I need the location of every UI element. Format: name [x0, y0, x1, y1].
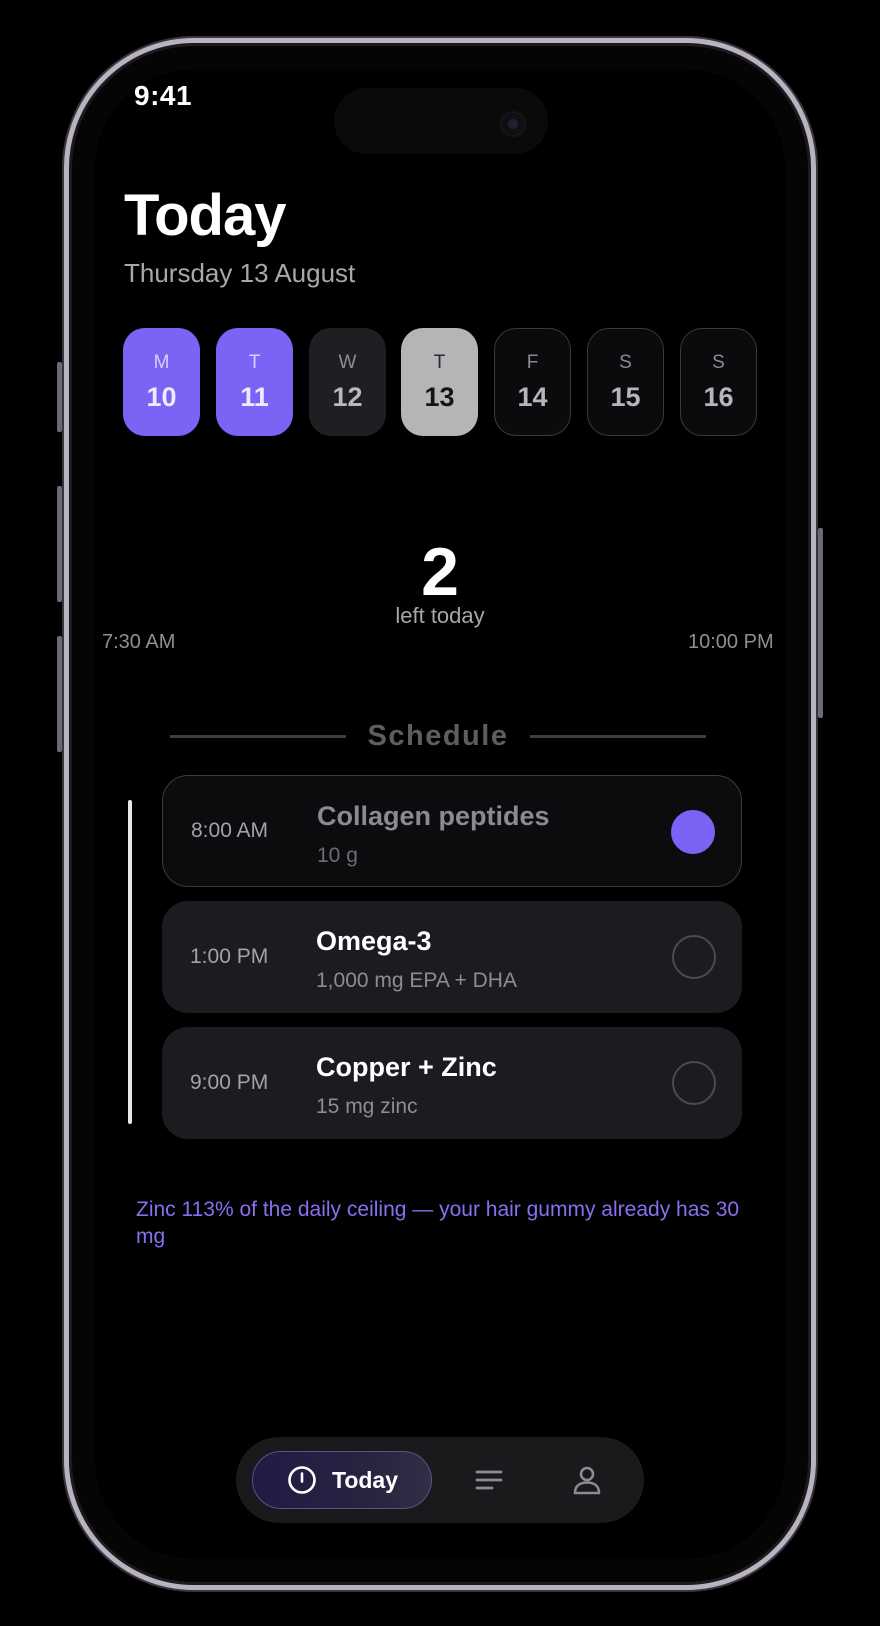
tab-today-label: Today	[331, 1466, 399, 1493]
day-number: 13	[424, 381, 455, 412]
remaining-count: 2	[421, 534, 459, 610]
day-letter: F	[526, 351, 539, 373]
item-dose: 10 g	[317, 844, 358, 867]
item-dose: 15 mg zinc	[316, 1095, 418, 1118]
day-end-time: 10:00 PM	[688, 631, 774, 653]
day-thursday[interactable]: T 13	[401, 328, 478, 436]
day-letter: S	[712, 351, 725, 373]
item-name: Collagen peptides	[317, 801, 550, 831]
tab-bar: Today	[236, 1437, 644, 1523]
schedule-title: Schedule	[367, 719, 509, 752]
item-time: 1:00 PM	[190, 945, 269, 968]
day-sunday[interactable]: S 16	[680, 328, 757, 436]
item-name: Copper + Zinc	[316, 1052, 497, 1082]
day-letter: T	[433, 351, 446, 373]
day-monday[interactable]: M 10	[123, 328, 200, 436]
taken-checkbox[interactable]	[672, 1061, 716, 1105]
taken-checkbox[interactable]	[672, 935, 716, 979]
divider	[170, 734, 346, 738]
day-letter: M	[153, 351, 170, 373]
item-time: 8:00 AM	[191, 819, 269, 842]
day-number: 15	[610, 381, 641, 412]
tab-today[interactable]: Today	[252, 1451, 432, 1509]
page-title: Today	[124, 183, 286, 248]
day-start-time: 7:30 AM	[102, 631, 176, 653]
silent-switch	[57, 362, 62, 432]
status-time: 9:41	[134, 80, 193, 111]
day-letter: S	[619, 351, 632, 373]
day-number: 11	[240, 381, 269, 412]
schedule-timeline	[128, 800, 132, 1124]
divider	[530, 734, 706, 738]
page-date: Thursday 13 August	[124, 258, 356, 288]
volume-down-button	[57, 636, 62, 752]
zinc-warning: Zinc 113% of the daily ceiling — your ha…	[136, 1198, 740, 1248]
schedule-header: Schedule	[170, 718, 706, 754]
list-icon[interactable]	[472, 1463, 506, 1497]
camera-icon	[500, 111, 526, 137]
day-wednesday[interactable]: W 12	[309, 328, 386, 436]
item-name: Omega-3	[316, 926, 432, 956]
day-saturday[interactable]: S 15	[587, 328, 664, 436]
day-letter: T	[248, 351, 261, 373]
day-number: 10	[146, 381, 177, 412]
day-tuesday[interactable]: T 11	[216, 328, 293, 436]
schedule-item-omega3[interactable]: 1:00 PM Omega-3 1,000 mg EPA + DHA	[162, 901, 742, 1013]
remaining-label: left today	[395, 603, 485, 628]
day-letter: W	[338, 351, 357, 373]
item-dose: 1,000 mg EPA + DHA	[316, 969, 517, 992]
day-number: 16	[703, 381, 734, 412]
day-number: 12	[332, 381, 363, 412]
taken-checkbox[interactable]	[671, 810, 715, 854]
schedule-item-collagen[interactable]: 8:00 AM Collagen peptides 10 g	[162, 775, 742, 887]
profile-icon[interactable]	[570, 1463, 604, 1497]
item-time: 9:00 PM	[190, 1071, 269, 1094]
schedule-item-copper-zinc[interactable]: 9:00 PM Copper + Zinc 15 mg zinc	[162, 1027, 742, 1139]
day-friday[interactable]: F 14	[494, 328, 571, 436]
day-number: 14	[517, 381, 548, 412]
clock-icon	[288, 1466, 316, 1494]
